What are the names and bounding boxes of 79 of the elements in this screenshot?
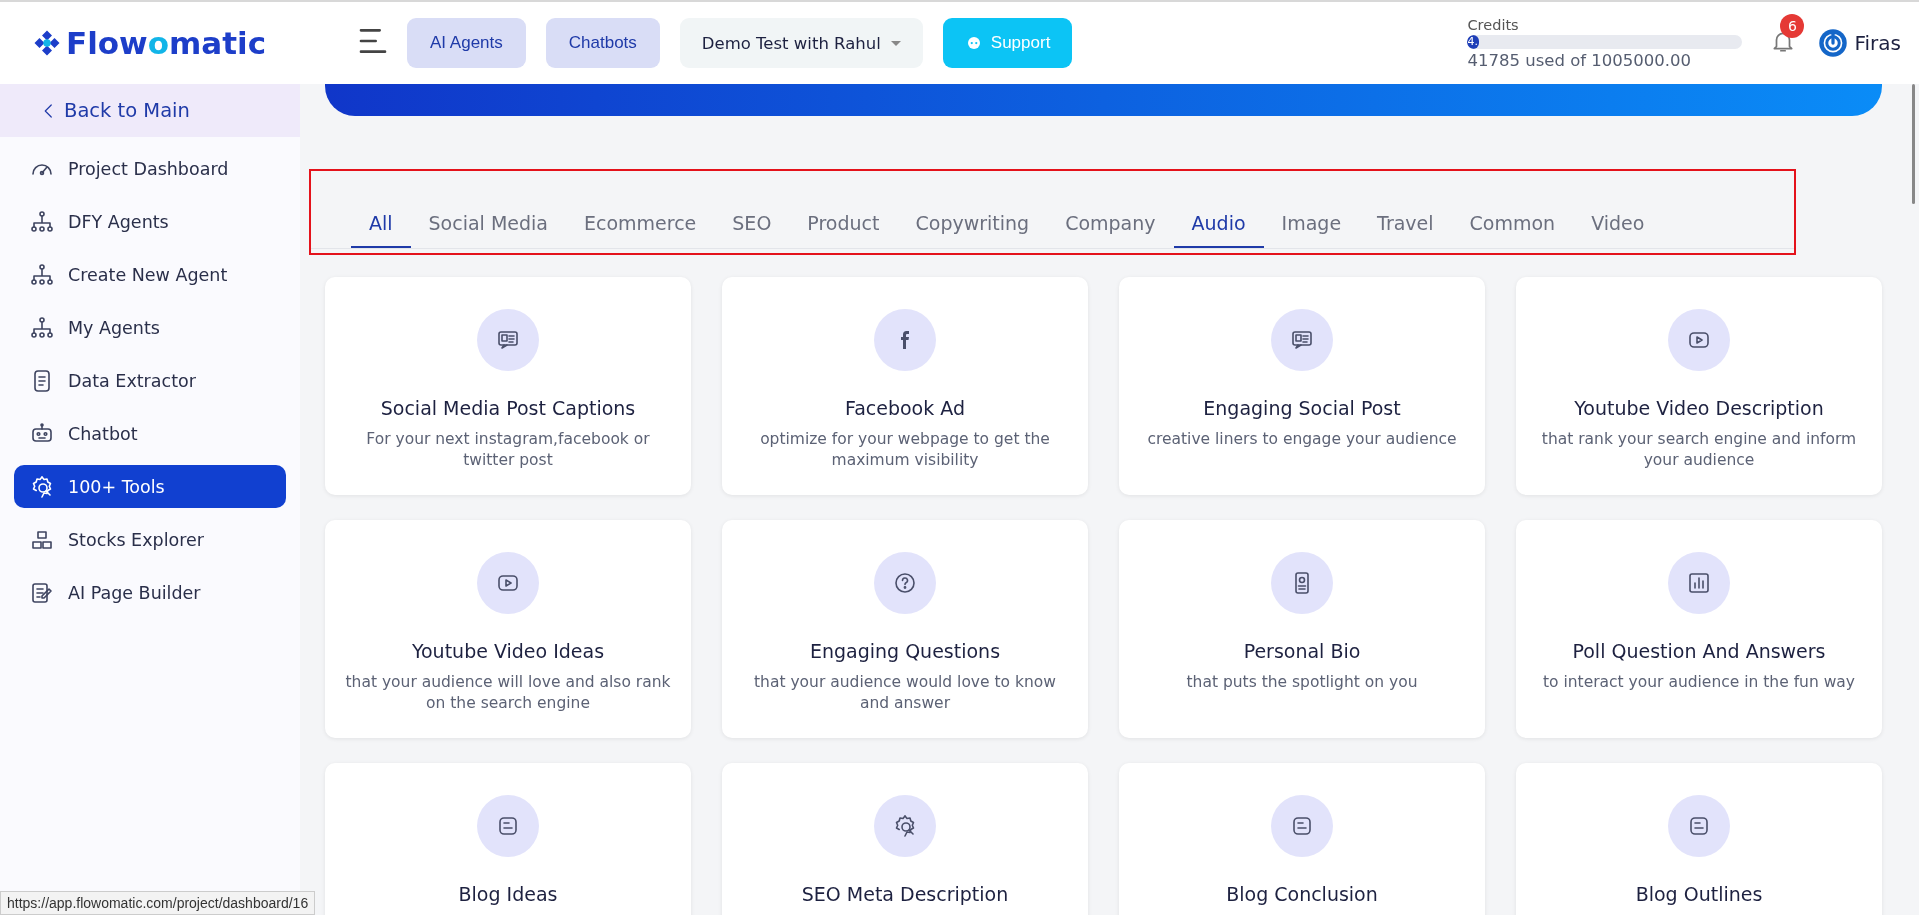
nav-button[interactable]: AI Agents	[407, 18, 526, 68]
tool-description: optimize for your webpage to get the maximum visibility	[759, 429, 1051, 471]
tool-title: Youtube Video Ideas	[411, 640, 605, 662]
tool-description: that rank your search engine and inform your audience	[1540, 429, 1858, 471]
sidebar-item[interactable]: Project Dashboard	[14, 147, 286, 190]
network-icon	[30, 209, 54, 234]
category-tab[interactable]: Travel	[1359, 212, 1452, 248]
tool-card[interactable]: Poll Question And Answers to interact your audience in the fun way	[1516, 520, 1882, 738]
category-tab[interactable]: Ecommerce	[566, 212, 715, 248]
message-icon	[496, 328, 520, 352]
blog-icon	[1290, 814, 1314, 838]
chart-icon	[1687, 571, 1711, 595]
back-link[interactable]: Back to Main	[0, 84, 300, 137]
tool-card[interactable]: Youtube Video Ideas that your audience will love and also rank on the search engine	[325, 520, 691, 738]
category-tab[interactable]: Common	[1451, 212, 1574, 248]
tool-title: Blog Outlines	[1635, 883, 1763, 905]
category-tab[interactable]: Audio	[1173, 212, 1264, 248]
tool-card[interactable]: Facebook Ad optimize for your webpage to get the maximum visibility	[722, 277, 1088, 495]
tool-card[interactable]: SEO Meta Description	[722, 763, 1088, 915]
network-icon	[30, 315, 54, 340]
status-url: https://app.flowomatic.com/project/dashboard/16	[0, 891, 316, 915]
tool-description: that your audience will love and also rank on the search engine	[344, 672, 672, 714]
notification-badge: 6	[1780, 14, 1805, 38]
credits-fill: 4.	[1467, 34, 1480, 49]
logo[interactable]: Flowomatic	[32, 25, 297, 61]
category-tab[interactable]: SEO	[714, 212, 790, 248]
sidebar-item[interactable]: Chatbot	[14, 412, 286, 455]
gear-search-icon	[30, 474, 54, 499]
tool-card[interactable]: Social Media Post Captions For your next instagram,facebook or twitter post	[325, 277, 691, 495]
tool-title: SEO Meta Description	[801, 883, 1009, 905]
nav-button[interactable]: Chatbots	[545, 18, 660, 68]
sidebar-item[interactable]: My Agents	[14, 306, 286, 349]
tool-card[interactable]: Blog Ideas	[325, 763, 691, 915]
project-dropdown[interactable]: Demo Test with Rahul	[679, 18, 923, 68]
category-tab[interactable]: Company	[1047, 212, 1174, 248]
edit-document-icon	[30, 580, 54, 605]
tool-card[interactable]: Blog Conclusion	[1119, 763, 1485, 915]
credits-usage: 41785 used of 1005000.00	[1467, 50, 1693, 70]
credits-label: Credits	[1467, 16, 1520, 33]
tool-title: Facebook Ad	[844, 397, 965, 419]
tool-title: Blog Conclusion	[1226, 883, 1378, 905]
tool-title: Social Media Post Captions	[380, 397, 636, 419]
tool-card[interactable]: Blog Outlines	[1516, 763, 1882, 915]
category-tab[interactable]: All	[351, 212, 411, 248]
tool-card[interactable]: Personal Bio that puts the spotlight on you	[1119, 520, 1485, 738]
tool-title: Youtube Video Description	[1574, 397, 1824, 419]
sidebar-item[interactable]: DFY Agents	[14, 200, 286, 243]
tool-description: that your audience would love to know and answer	[753, 672, 1057, 714]
logo-icon	[32, 28, 62, 58]
blog-icon	[496, 814, 520, 838]
tool-title: Poll Question And Answers	[1572, 640, 1826, 662]
message-icon	[1290, 328, 1314, 352]
tool-title: Personal Bio	[1243, 640, 1361, 662]
tool-description: that puts the spotlight on you	[1185, 672, 1419, 693]
blog-icon	[1687, 814, 1711, 838]
sidebar-item[interactable]: Create New Agent	[14, 253, 286, 296]
category-tab[interactable]: Copywriting	[897, 212, 1048, 248]
tool-card[interactable]: Youtube Video Description that rank your search engine and inform your audience	[1516, 277, 1882, 495]
power-icon	[1818, 28, 1849, 58]
tool-description: to interact your audience in the fun way	[1542, 672, 1856, 693]
category-tab[interactable]: Product	[789, 212, 898, 248]
category-tab[interactable]: Image	[1263, 212, 1360, 248]
tool-card[interactable]: Engaging Questions that your audience would love to know and answer	[722, 520, 1088, 738]
user-name[interactable]: Firas	[1854, 31, 1901, 55]
tool-title: Engaging Questions	[809, 640, 1001, 662]
category-tab[interactable]: Video	[1573, 212, 1663, 248]
network-icon	[30, 262, 54, 287]
tool-card[interactable]: Engaging Social Post creative liners to engage your audience	[1119, 277, 1485, 495]
sidebar-item[interactable]: 100+ Tools	[14, 465, 286, 508]
gear-search-icon	[893, 814, 917, 838]
sidebar-item[interactable]: Data Extractor	[14, 359, 286, 402]
category-tab[interactable]: Social Media	[410, 212, 566, 248]
tool-title: Blog Ideas	[458, 883, 558, 905]
tool-description: creative liners to engage your audience	[1146, 429, 1458, 450]
sidebar-item[interactable]: AI Page Builder	[14, 571, 286, 614]
sidebar-item[interactable]: Stocks Explorer	[14, 518, 286, 561]
tool-description: For your next instagram,facebook or twitter post	[365, 429, 651, 471]
question-icon	[893, 571, 917, 595]
tool-title: Engaging Social Post	[1203, 397, 1401, 419]
